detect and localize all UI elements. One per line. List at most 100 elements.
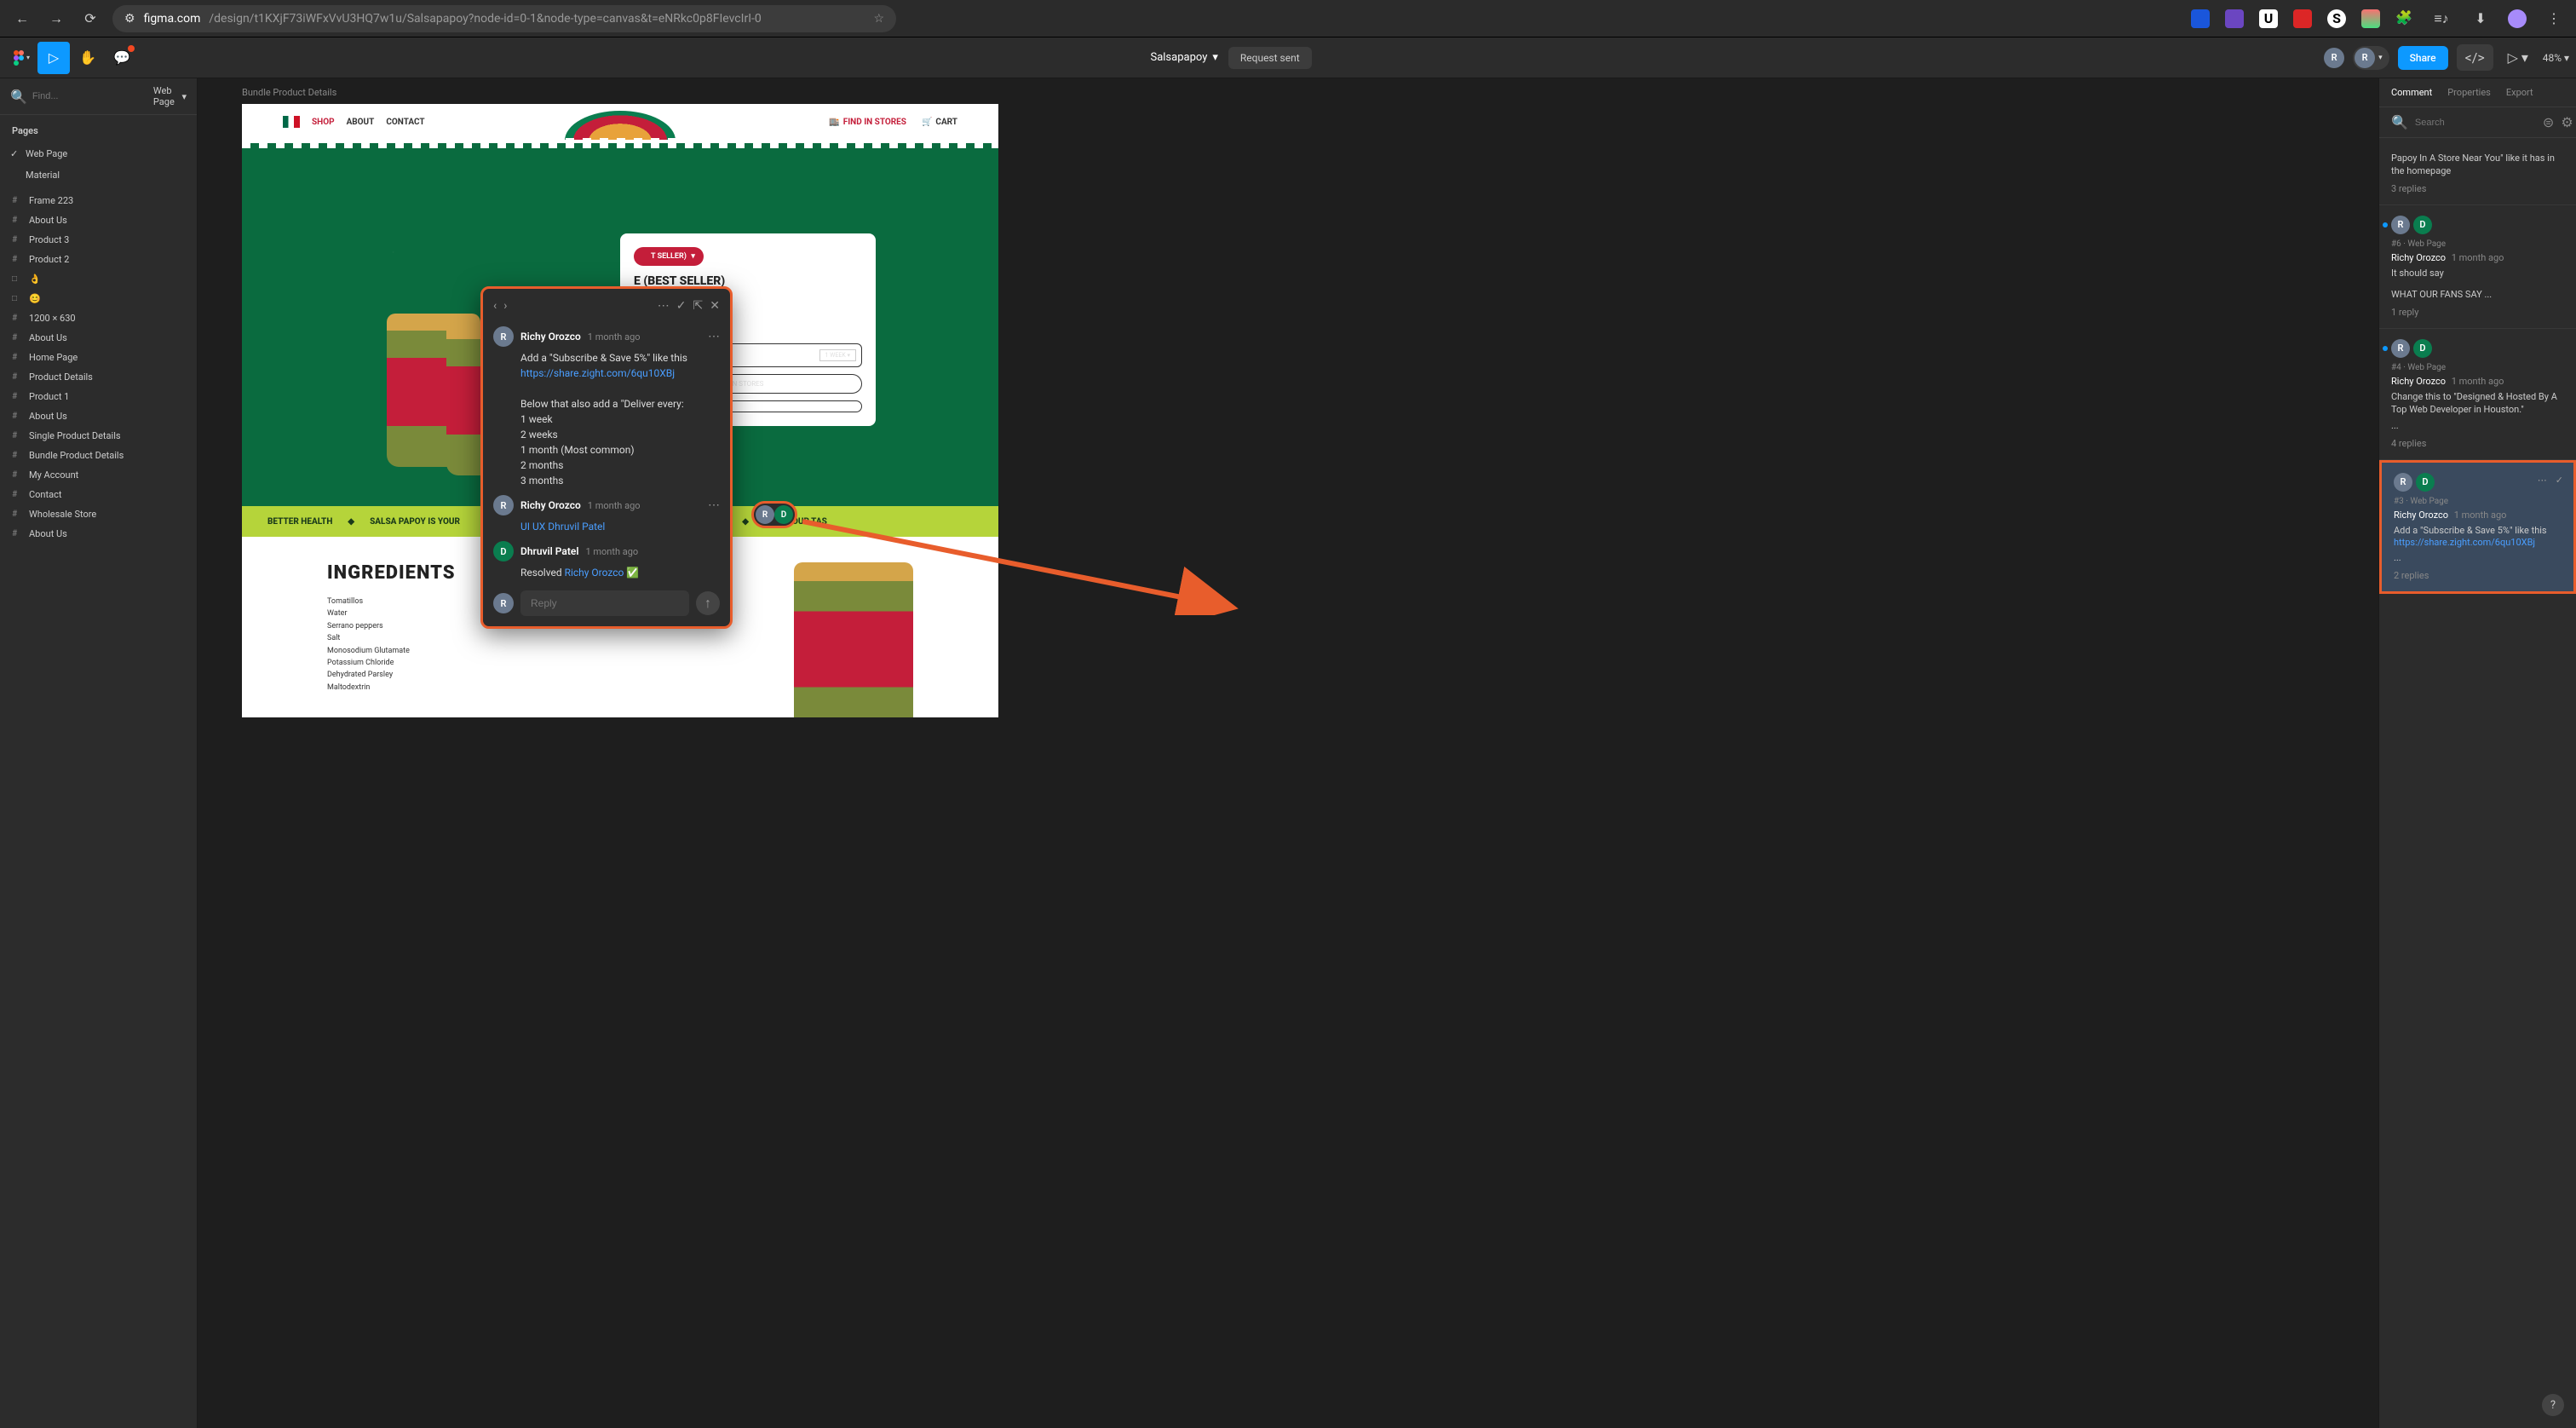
comment-timestamp: 1 month ago [588,500,641,511]
resolve-icon[interactable]: ✓ [676,299,687,313]
extensions-puzzle-icon[interactable]: 🧩 [2395,9,2414,28]
layer-item[interactable]: #Wholesale Store [0,504,197,524]
card-link[interactable]: https://share.zight.com/6qu10XBj [2394,537,2562,548]
layer-item[interactable]: #Bundle Product Details [0,446,197,465]
dock-icon[interactable]: ⇱ [693,299,704,313]
browser-menu-icon[interactable]: ⋮ [2542,7,2566,31]
find-in-stores-link[interactable]: 🏬 FIND IN STORES [829,118,906,127]
nav-contact[interactable]: CONTACT [386,118,424,127]
canvas[interactable]: Bundle Product Details SHOP ABOUT CONTAC… [198,78,2378,1428]
ext-icon-5[interactable]: S [2327,9,2346,28]
page-item-web-page[interactable]: Web Page [0,143,197,164]
dev-mode-button[interactable]: </> [2457,44,2493,71]
card-avatar-d: D [2416,473,2435,492]
more-options-icon[interactable]: ⋯ [658,299,670,313]
frame-icon: # [12,216,22,225]
user-mention[interactable]: Richy Orozco [565,567,624,579]
chevron-down-icon[interactable]: ▾ [691,252,695,261]
layer-item[interactable]: #About Us [0,328,197,348]
request-status-pill[interactable]: Request sent [1228,47,1312,69]
layer-item[interactable]: #About Us [0,210,197,230]
ext-icon-1[interactable] [2191,9,2210,28]
comment-tool-button[interactable]: 💬 [106,42,138,74]
ext-icon-2[interactable] [2225,9,2244,28]
url-bar[interactable]: ⚙ figma.com/design/t1KXjF73iWFxVvU3HQ7w1… [112,5,896,32]
share-button[interactable]: Share [2398,46,2448,70]
user-avatar[interactable]: R [2355,48,2375,68]
layer-item[interactable]: □👌 [0,269,197,289]
comment-card-6[interactable]: R D #6 · Web Page Richy Orozco 1 month a… [2379,205,2576,329]
tab-properties[interactable]: Properties [2447,87,2491,98]
comment-author: Richy Orozco [520,331,581,343]
next-comment-icon[interactable]: › [503,299,507,313]
layer-item[interactable]: #About Us [0,406,197,426]
comment-more-icon[interactable]: ⋯ [708,498,720,512]
layer-item[interactable]: #1200 × 630 [0,308,197,328]
bookmark-star-icon[interactable]: ☆ [873,12,884,26]
cart-link[interactable]: 🛒 CART [922,118,957,127]
collaborator-avatar-r[interactable]: R [2324,48,2344,68]
filter-icon[interactable]: ⚙ [2561,114,2573,130]
back-button[interactable]: ← [10,7,34,31]
comment-pin[interactable]: R D [751,501,797,528]
layer-item[interactable]: #Product Details [0,367,197,387]
comment-card-4[interactable]: R D #4 · Web Page Richy Orozco 1 month a… [2379,329,2576,460]
present-button[interactable]: ▷ ▾ [2502,42,2534,74]
help-button[interactable]: ? [2542,1394,2564,1416]
layer-item[interactable]: #Product 2 [0,250,197,269]
layer-item[interactable]: #About Us [0,524,197,544]
move-tool-button[interactable]: ▷ [37,42,70,74]
reply-input[interactable] [520,590,689,616]
comment-link[interactable]: https://share.zight.com/6qu10XBj [520,366,720,381]
tab-comment[interactable]: Comment [2391,87,2432,98]
comment-card-truncated[interactable]: Papoy In A Store Near You" like it has i… [2379,138,2576,205]
week-select[interactable]: 1 WEEK ▾ [819,349,856,361]
profile-avatar[interactable] [2508,9,2527,28]
figma-menu-button[interactable]: ▾ [7,42,36,74]
ext-icon-4[interactable] [2293,9,2312,28]
extension-icons: U S 🧩 ≡♪ ⬇ ⋮ [2191,7,2566,31]
layer-item[interactable]: #Home Page [0,348,197,367]
user-mention[interactable]: UI UX Dhruvil Patel [520,521,605,533]
page-item-material[interactable]: Material [0,164,197,186]
reload-button[interactable]: ⟳ [78,7,102,31]
comment-more-icon[interactable]: ⋯ [708,330,720,343]
hand-tool-button[interactable]: ✋ [72,42,104,74]
sort-icon[interactable]: ⊜ [2543,114,2554,130]
page-selector[interactable]: Web Page ▾ [153,85,187,107]
layer-item[interactable]: #Frame 223 [0,191,197,210]
layer-item[interactable]: #Product 3 [0,230,197,250]
tab-export[interactable]: Export [2506,87,2533,98]
close-icon[interactable]: ✕ [710,299,720,313]
playlist-icon[interactable]: ≡♪ [2429,7,2453,31]
prev-comment-icon[interactable]: ‹ [493,299,497,313]
nav-about[interactable]: ABOUT [347,118,375,127]
comment-search-input[interactable] [2415,118,2536,128]
file-name[interactable]: Salsapapoy ▾ [1150,51,1217,64]
nav-shop[interactable]: SHOP [312,118,335,127]
ext-icon-3[interactable]: U [2259,9,2278,28]
card-avatar-d: D [2413,339,2432,358]
layer-item[interactable]: #Single Product Details [0,426,197,446]
frame-label[interactable]: Bundle Product Details [242,87,336,98]
comment-card-3-selected[interactable]: R D ⋯ ✓ #3 · Web Page Richy Orozco 1 mon… [2379,460,2576,594]
ext-icon-6[interactable] [2361,9,2380,28]
download-icon[interactable]: ⬇ [2469,7,2493,31]
site-info-icon[interactable]: ⚙ [124,12,135,26]
zoom-level[interactable]: 48% ▾ [2543,52,2569,64]
more-icon[interactable]: ⋯ [2538,475,2547,486]
url-domain: figma.com [144,12,201,26]
resolve-icon[interactable]: ✓ [2556,475,2563,486]
find-input[interactable] [32,91,153,101]
ingredient-jar-image [794,562,913,717]
chevron-down-icon[interactable]: ▾ [2378,54,2383,62]
unread-indicator [2383,222,2388,227]
forward-button[interactable]: → [44,7,68,31]
layer-item[interactable]: #Product 1 [0,387,197,406]
layer-item[interactable]: □😊 [0,289,197,308]
bestseller-badge: T SELLER) ▾ [634,247,704,266]
send-reply-button[interactable]: ↑ [696,591,720,615]
comment-avatar: R [493,495,514,515]
layer-item[interactable]: #My Account [0,465,197,485]
layer-item[interactable]: #Contact [0,485,197,504]
